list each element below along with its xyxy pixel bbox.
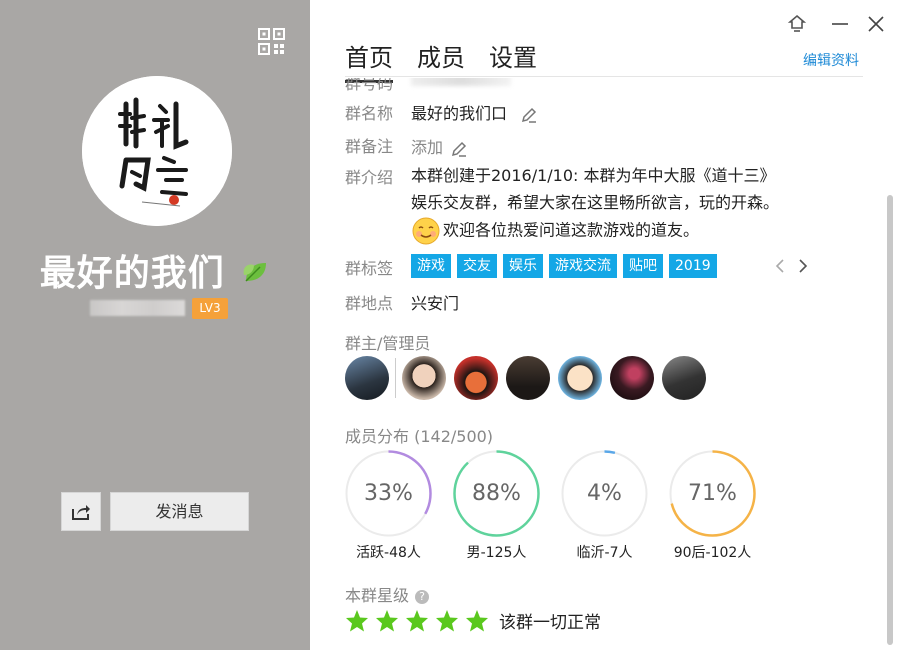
send-message-button[interactable]: 发消息 <box>110 492 249 531</box>
tag-item[interactable]: 娱乐 <box>503 254 543 278</box>
level-badge: LV3 <box>192 298 228 319</box>
distribution-percent: 33% <box>364 481 413 506</box>
group-number-label: 群号码 <box>345 78 394 93</box>
owner-avatar[interactable] <box>345 356 389 400</box>
home-content: 群号码 群名称 最好的我们口 群备注 添加 群介绍 本群创建于2016/1/10… <box>345 78 885 650</box>
distribution-percent: 71% <box>688 481 737 506</box>
tab-settings[interactable]: 设置 <box>489 38 537 77</box>
distribution-label: 活跃-48人 <box>356 545 421 561</box>
distribution-percent: 88% <box>472 481 521 506</box>
tag-item[interactable]: 2019 <box>669 254 717 278</box>
star-icon <box>466 609 488 631</box>
group-profile-window: 最好的我们 LV3 发消息 首页 成员 设置 编辑资料 群号码 群名称 最好的我… <box>0 0 898 650</box>
share-button[interactable] <box>61 492 101 531</box>
group-name-text: 最好的我们 <box>39 253 225 294</box>
tab-divider <box>345 76 863 77</box>
qr-code-icon[interactable] <box>258 28 285 55</box>
member-distribution-title: 成员分布 (142/500) <box>345 427 494 446</box>
admins-section-title: 群主/管理员 <box>345 334 431 353</box>
group-intro-label: 群介绍 <box>345 168 394 187</box>
star-icon <box>376 609 398 631</box>
distribution-label: 临沂-7人 <box>576 545 633 561</box>
group-intro-text: 本群创建于2016/1/10: 本群为年中大服《道十三》 娱乐交友群，希望大家在… <box>411 162 831 246</box>
group-name-field: 最好的我们口 <box>411 104 508 123</box>
scrollbar-thumb[interactable] <box>887 195 893 645</box>
edit-pencil-icon[interactable] <box>520 106 538 124</box>
tags-next-icon[interactable] <box>796 258 810 274</box>
tags-prev-icon[interactable] <box>773 258 787 274</box>
admin-avatar[interactable] <box>610 356 654 400</box>
tag-item[interactable]: 交友 <box>457 254 497 278</box>
group-location-value: 兴安门 <box>411 294 460 313</box>
tab-bar: 首页 成员 设置 <box>345 38 537 83</box>
group-name-heading: 最好的我们 <box>0 244 310 296</box>
tab-members[interactable]: 成员 <box>417 38 465 77</box>
distribution-item[interactable]: 88% 男-125人 <box>453 450 561 562</box>
intro-line-2: 娱乐交友群，希望大家在这里畅所欲言，玩的开森。 <box>411 193 780 212</box>
distribution-item[interactable]: 71% 90后-102人 <box>669 450 777 562</box>
group-name-value: 最好的我们口 <box>411 100 538 124</box>
calligraphy-avatar-image <box>82 76 232 226</box>
group-location-label: 群地点 <box>345 294 394 313</box>
admin-avatar[interactable] <box>662 356 706 400</box>
star-rating: 该群一切正常 <box>345 608 601 633</box>
group-tags-label: 群标签 <box>345 259 394 278</box>
minimize-icon[interactable] <box>828 12 852 36</box>
star-icon <box>346 609 368 631</box>
group-tags: 游戏 交友 娱乐 游戏交流 贴吧 2019 <box>411 254 717 278</box>
smiley-emoji-icon <box>412 217 440 245</box>
distribution-percent: 4% <box>587 481 622 506</box>
tag-item[interactable]: 游戏 <box>411 254 451 278</box>
rating-status: 该群一切正常 <box>499 613 601 633</box>
group-name-label: 群名称 <box>345 104 394 123</box>
leaf-icon <box>243 263 267 282</box>
distribution-label: 男-125人 <box>466 545 527 561</box>
admin-avatar[interactable] <box>454 356 498 400</box>
group-id-blurred <box>90 300 185 316</box>
star-icon <box>406 609 428 631</box>
tab-home[interactable]: 首页 <box>345 38 393 83</box>
tag-item[interactable]: 贴吧 <box>623 254 663 278</box>
admin-avatar[interactable] <box>402 356 446 400</box>
right-panel: 首页 成员 设置 编辑资料 群号码 群名称 最好的我们口 群备注 添加 群介绍 … <box>310 0 898 650</box>
group-number-blurred <box>411 78 511 86</box>
admin-avatar[interactable] <box>558 356 602 400</box>
share-icon <box>72 504 90 520</box>
rating-section-title: 本群星级? <box>345 582 430 606</box>
edit-pencil-icon <box>452 141 467 157</box>
group-avatar[interactable] <box>82 76 232 226</box>
owner-separator <box>395 358 396 398</box>
help-icon[interactable]: ? <box>415 589 430 604</box>
distribution-label: 90后-102人 <box>673 545 752 561</box>
intro-line-1: 本群创建于2016/1/10: 本群为年中大服《道十三》 <box>411 166 776 185</box>
group-remark-add[interactable]: 添加 <box>411 134 468 158</box>
pin-icon[interactable] <box>785 12 809 36</box>
intro-line-3: 欢迎各位热爱问道这款游戏的道友。 <box>443 220 700 240</box>
edit-profile-link[interactable]: 编辑资料 <box>803 50 859 70</box>
rating-label: 本群星级 <box>345 586 410 605</box>
admin-avatar[interactable] <box>506 356 550 400</box>
admin-avatars <box>345 356 714 400</box>
distribution-item[interactable]: 4% 临沂-7人 <box>561 450 669 562</box>
group-remark-value: 添加 <box>411 138 444 157</box>
distribution-circles: 33% 活跃-48人 88% 男-125人 4% 临沂-7人 71% 90后-1… <box>345 450 777 562</box>
intro-line-3-wrap: 欢迎各位热爱问道这款游戏的道友。 <box>411 216 831 246</box>
group-remark-label: 群备注 <box>345 137 394 156</box>
distribution-item[interactable]: 33% 活跃-48人 <box>345 450 453 562</box>
close-icon[interactable] <box>864 12 888 36</box>
tag-item[interactable]: 游戏交流 <box>549 254 617 278</box>
star-icon <box>436 609 458 631</box>
left-panel: 最好的我们 LV3 发消息 <box>0 0 310 650</box>
